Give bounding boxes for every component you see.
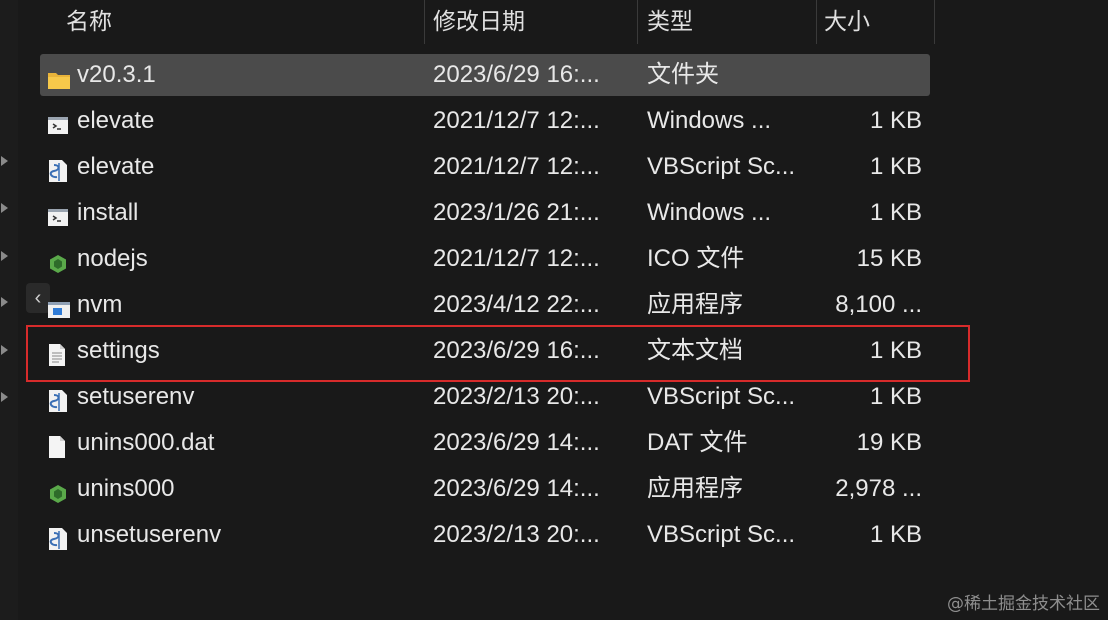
file-row[interactable]: nodejs 2021/12/7 12:... ICO 文件 15 KB [40, 238, 930, 280]
column-divider[interactable] [934, 0, 935, 44]
file-row[interactable]: elevate 2021/12/7 12:... Windows ... 1 KB [40, 100, 930, 142]
file-name: unsetuserenv [77, 521, 222, 548]
pin-icon[interactable] [1, 203, 8, 213]
pin-icon[interactable] [1, 345, 8, 355]
cmd-file-icon [47, 109, 69, 134]
file-type: DAT 文件 [647, 429, 748, 456]
pin-icon[interactable] [1, 251, 8, 261]
nodejs-icon [47, 477, 69, 503]
file-name: elevate [77, 107, 155, 134]
file-size: 15 KB [856, 245, 922, 272]
cmd-file-icon [47, 201, 69, 226]
file-type: Windows ... [647, 107, 772, 134]
highlight-box [26, 325, 970, 382]
file-explorer-window: ‹ 名称 修改日期 类型 大小 v20.3.1 2023/6/29 16:... 文… [0, 0, 1108, 620]
file-modified-date: 2023/6/29 14:... [433, 429, 600, 456]
file-name: unins000 [77, 475, 175, 502]
file-size: 19 KB [856, 429, 922, 456]
navigation-pane-edge [0, 0, 18, 620]
file-size: 1 KB [869, 199, 922, 226]
column-divider[interactable] [816, 0, 817, 44]
column-header-size[interactable]: 大小 [824, 0, 870, 44]
vbscript-file-icon [47, 385, 69, 412]
file-size: 8,100 ... [835, 291, 922, 318]
file-row[interactable]: install 2023/1/26 21:... Windows ... 1 KB [40, 192, 930, 234]
file-modified-date: 2023/2/13 20:... [433, 383, 600, 410]
file-row[interactable]: elevate 2021/12/7 12:... VBScript Sc... 1 K… [40, 146, 930, 188]
file-size: 1 KB [869, 153, 922, 180]
column-divider[interactable] [637, 0, 638, 44]
file-row[interactable]: setuserenv 2023/2/13 20:... VBScript Sc...… [40, 376, 930, 418]
app-icon [47, 293, 70, 318]
vbscript-file-icon [47, 523, 69, 550]
column-header-type[interactable]: 类型 [647, 0, 693, 44]
file-type: VBScript Sc... [647, 383, 796, 410]
file-name: setuserenv [77, 383, 195, 410]
file-name: v20.3.1 [77, 61, 156, 88]
file-name: install [77, 199, 139, 226]
pin-icon[interactable] [1, 297, 8, 307]
file-name: elevate [77, 153, 155, 180]
file-row[interactable]: v20.3.1 2023/6/29 16:... 文件夹 [40, 54, 930, 96]
column-header-date[interactable]: 修改日期 [433, 0, 525, 44]
file-type: VBScript Sc... [647, 521, 796, 548]
column-header: 名称 修改日期 类型 大小 [40, 0, 940, 44]
pin-icon[interactable] [1, 156, 8, 166]
folder-icon [47, 63, 70, 89]
file-type: 应用程序 [647, 291, 743, 318]
file-modified-date: 2023/4/12 22:... [433, 291, 600, 318]
file-modified-date: 2021/12/7 12:... [433, 245, 600, 272]
vbscript-file-icon [47, 155, 69, 182]
file-row[interactable]: unins000.dat 2023/6/29 14:... DAT 文件 19 KB [40, 422, 930, 464]
file-name: unins000.dat [77, 429, 215, 456]
file-row[interactable]: unsetuserenv 2023/2/13 20:... VBScript Sc.… [40, 514, 930, 556]
file-type: VBScript Sc... [647, 153, 796, 180]
file-type: 文件夹 [647, 61, 719, 88]
file-row[interactable]: nvm 2023/4/12 22:... 应用程序 8,100 ... [40, 284, 930, 326]
column-header-name[interactable]: 名称 [66, 0, 112, 44]
file-size: 1 KB [869, 383, 922, 410]
blank-file-icon [47, 431, 69, 458]
file-type: 应用程序 [647, 475, 743, 502]
file-modified-date: 2023/2/13 20:... [433, 521, 600, 548]
file-modified-date: 2021/12/7 12:... [433, 153, 600, 180]
file-modified-date: 2023/6/29 14:... [433, 475, 600, 502]
file-modified-date: 2021/12/7 12:... [433, 107, 600, 134]
file-type: Windows ... [647, 199, 772, 226]
file-name: nvm [77, 291, 123, 318]
nodejs-icon [47, 247, 69, 273]
watermark: @稀土掘金技术社区 [947, 594, 1100, 614]
file-size: 2,978 ... [835, 475, 922, 502]
file-type: ICO 文件 [647, 245, 745, 272]
column-divider[interactable] [424, 0, 425, 44]
file-row[interactable]: unins000 2023/6/29 14:... 应用程序 2,978 ... [40, 468, 930, 510]
file-size: 1 KB [869, 107, 922, 134]
file-name: nodejs [77, 245, 148, 272]
file-modified-date: 2023/1/26 21:... [433, 199, 600, 226]
file-size: 1 KB [869, 521, 922, 548]
pin-icon[interactable] [1, 392, 8, 402]
file-modified-date: 2023/6/29 16:... [433, 61, 600, 88]
